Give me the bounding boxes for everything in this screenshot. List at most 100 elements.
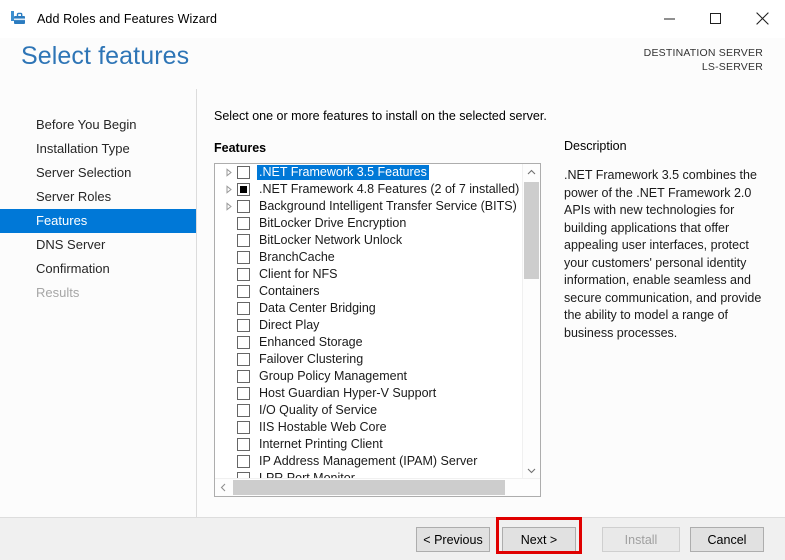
wizard-content: Select one or more features to install o… <box>197 89 785 517</box>
feature-checkbox[interactable] <box>237 319 250 332</box>
features-horizontal-scrollbar[interactable] <box>215 478 540 496</box>
scroll-down-button[interactable] <box>523 462 540 479</box>
description-title: Description <box>564 139 627 153</box>
vertical-scroll-thumb[interactable] <box>524 182 539 279</box>
sidebar-item-server-roles[interactable]: Server Roles <box>0 185 196 209</box>
sidebar-item-features[interactable]: Features <box>0 209 196 233</box>
scroll-left-button[interactable] <box>215 479 232 496</box>
feature-label: Direct Play <box>259 318 320 332</box>
feature-label: .NET Framework 4.8 Features (2 of 7 inst… <box>259 182 520 196</box>
feature-row[interactable]: Host Guardian Hyper-V Support <box>215 385 523 402</box>
page-title: Select features <box>21 42 190 70</box>
feature-row[interactable]: Background Intelligent Transfer Service … <box>215 198 523 215</box>
features-vertical-scrollbar[interactable] <box>522 164 540 479</box>
feature-label: IP Address Management (IPAM) Server <box>259 454 478 468</box>
chevron-down-icon <box>527 468 536 474</box>
feature-row[interactable]: Containers <box>215 283 523 300</box>
feature-label: IIS Hostable Web Core <box>259 420 387 434</box>
feature-row[interactable]: BitLocker Network Unlock <box>215 232 523 249</box>
description-text: .NET Framework 3.5 combines the power of… <box>564 168 762 340</box>
feature-checkbox[interactable] <box>237 387 250 400</box>
feature-label: .NET Framework 3.5 Features <box>257 165 429 180</box>
feature-row[interactable]: Failover Clustering <box>215 351 523 368</box>
feature-row[interactable]: Client for NFS <box>215 266 523 283</box>
next-button[interactable]: Next > <box>502 527 576 552</box>
scroll-up-button[interactable] <box>523 164 540 181</box>
page-header: Select features DESTINATION SERVER LS-SE… <box>0 38 785 90</box>
feature-row[interactable]: Group Policy Management <box>215 368 523 385</box>
feature-row[interactable]: .NET Framework 3.5 Features <box>215 164 523 181</box>
sidebar-item-dns-server[interactable]: DNS Server <box>0 233 196 257</box>
feature-checkbox[interactable] <box>237 217 250 230</box>
feature-row[interactable]: Data Center Bridging <box>215 300 523 317</box>
feature-checkbox[interactable] <box>237 353 250 366</box>
feature-label: Enhanced Storage <box>259 335 363 349</box>
sidebar-item-before-you-begin[interactable]: Before You Begin <box>0 113 196 137</box>
feature-row[interactable]: BitLocker Drive Encryption <box>215 215 523 232</box>
maximize-icon <box>710 12 721 24</box>
feature-checkbox[interactable] <box>237 183 250 196</box>
feature-label: Internet Printing Client <box>259 437 383 451</box>
destination-server-block: DESTINATION SERVER LS-SERVER <box>644 46 763 74</box>
sidebar-item-installation-type[interactable]: Installation Type <box>0 137 196 161</box>
feature-checkbox[interactable] <box>237 438 250 451</box>
feature-row[interactable]: BranchCache <box>215 249 523 266</box>
instruction-text: Select one or more features to install o… <box>214 109 547 123</box>
install-button: Install <box>602 527 680 552</box>
feature-checkbox[interactable] <box>237 302 250 315</box>
cancel-button[interactable]: Cancel <box>690 527 764 552</box>
minimize-icon <box>664 18 675 19</box>
feature-checkbox[interactable] <box>237 200 250 213</box>
feature-checkbox[interactable] <box>237 251 250 264</box>
sidebar-item-server-selection[interactable]: Server Selection <box>0 161 196 185</box>
feature-checkbox[interactable] <box>237 336 250 349</box>
wizard-navigation: Before You Begin Installation Type Server … <box>0 89 197 517</box>
feature-label: BitLocker Drive Encryption <box>259 216 407 230</box>
feature-label: Host Guardian Hyper-V Support <box>259 386 437 400</box>
feature-checkbox[interactable] <box>237 285 250 298</box>
feature-row[interactable]: I/O Quality of Service <box>215 402 523 419</box>
sidebar-item-confirmation[interactable]: Confirmation <box>0 257 196 281</box>
destination-server-name: LS-SERVER <box>701 61 763 73</box>
feature-checkbox[interactable] <box>237 370 250 383</box>
feature-row[interactable]: Enhanced Storage <box>215 334 523 351</box>
close-button[interactable] <box>739 0 785 37</box>
expand-arrow-icon[interactable] <box>221 168 237 177</box>
feature-row[interactable]: IP Address Management (IPAM) Server <box>215 453 523 470</box>
feature-checkbox[interactable] <box>237 234 250 247</box>
close-icon <box>755 12 769 25</box>
wizard-footer: < Previous Next > Install Cancel <box>0 517 785 560</box>
feature-row[interactable]: IIS Hostable Web Core <box>215 419 523 436</box>
feature-label: Containers <box>259 284 320 298</box>
feature-checkbox[interactable] <box>237 268 250 281</box>
destination-server-label: DESTINATION SERVER <box>643 47 763 59</box>
feature-label: Data Center Bridging <box>259 301 376 315</box>
chevron-up-icon <box>527 169 536 175</box>
scrollbar-corner <box>523 479 540 496</box>
maximize-button[interactable] <box>693 0 739 37</box>
feature-checkbox[interactable] <box>237 421 250 434</box>
window-title: Add Roles and Features Wizard <box>37 11 218 26</box>
window-controls <box>647 0 785 37</box>
feature-checkbox[interactable] <box>237 404 250 417</box>
chevron-left-icon <box>220 483 226 492</box>
features-tree: .NET Framework 3.5 Features .NET Framewor… <box>215 164 523 479</box>
features-label: Features <box>214 141 267 155</box>
feature-checkbox[interactable] <box>237 166 250 179</box>
feature-label: Failover Clustering <box>259 352 364 366</box>
feature-row[interactable]: Internet Printing Client <box>215 436 523 453</box>
features-listbox[interactable]: .NET Framework 3.5 Features .NET Framewor… <box>214 163 541 497</box>
wizard-body: Before You Begin Installation Type Server … <box>0 89 785 517</box>
sidebar-item-results: Results <box>36 285 80 300</box>
feature-label: Client for NFS <box>259 267 338 281</box>
expand-arrow-icon[interactable] <box>221 202 237 211</box>
minimize-button[interactable] <box>647 0 693 37</box>
feature-checkbox[interactable] <box>237 455 250 468</box>
previous-button[interactable]: < Previous <box>416 527 490 552</box>
horizontal-scroll-thumb[interactable] <box>233 480 505 495</box>
feature-label: BranchCache <box>259 250 335 264</box>
feature-row[interactable]: Direct Play <box>215 317 523 334</box>
expand-arrow-icon[interactable] <box>221 185 237 194</box>
feature-row[interactable]: .NET Framework 4.8 Features (2 of 7 inst… <box>215 181 523 198</box>
toolbox-icon <box>11 10 25 24</box>
